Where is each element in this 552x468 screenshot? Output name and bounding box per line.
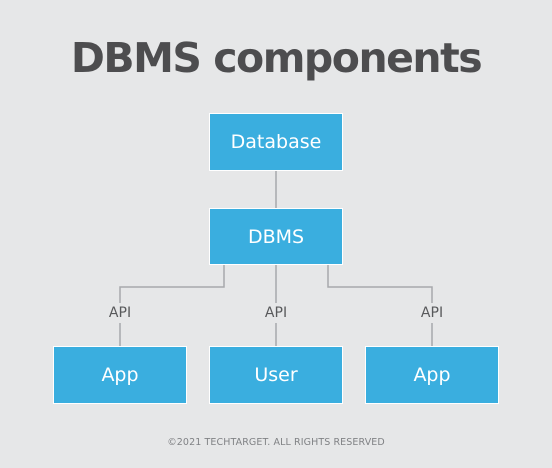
app-right-node-label: App	[413, 364, 451, 386]
database-node-label: Database	[230, 131, 322, 153]
app-left-node: App	[53, 346, 187, 404]
api-label-left: API	[108, 305, 132, 321]
app-right-node: App	[365, 346, 499, 404]
api-label-right: API	[420, 305, 444, 321]
user-node-label: User	[254, 364, 298, 386]
app-left-node-label: App	[101, 364, 139, 386]
user-node: User	[209, 346, 343, 404]
copyright-footer: ©2021 TECHTARGET. ALL RIGHTS RESERVED	[167, 437, 385, 448]
connector-dbms-app-left	[119, 265, 225, 303]
connector-dbms-app-right	[327, 265, 433, 303]
dbms-node: DBMS	[209, 208, 343, 265]
dbms-node-label: DBMS	[247, 225, 305, 248]
database-node: Database	[209, 113, 343, 171]
api-label-center: API	[264, 305, 288, 321]
